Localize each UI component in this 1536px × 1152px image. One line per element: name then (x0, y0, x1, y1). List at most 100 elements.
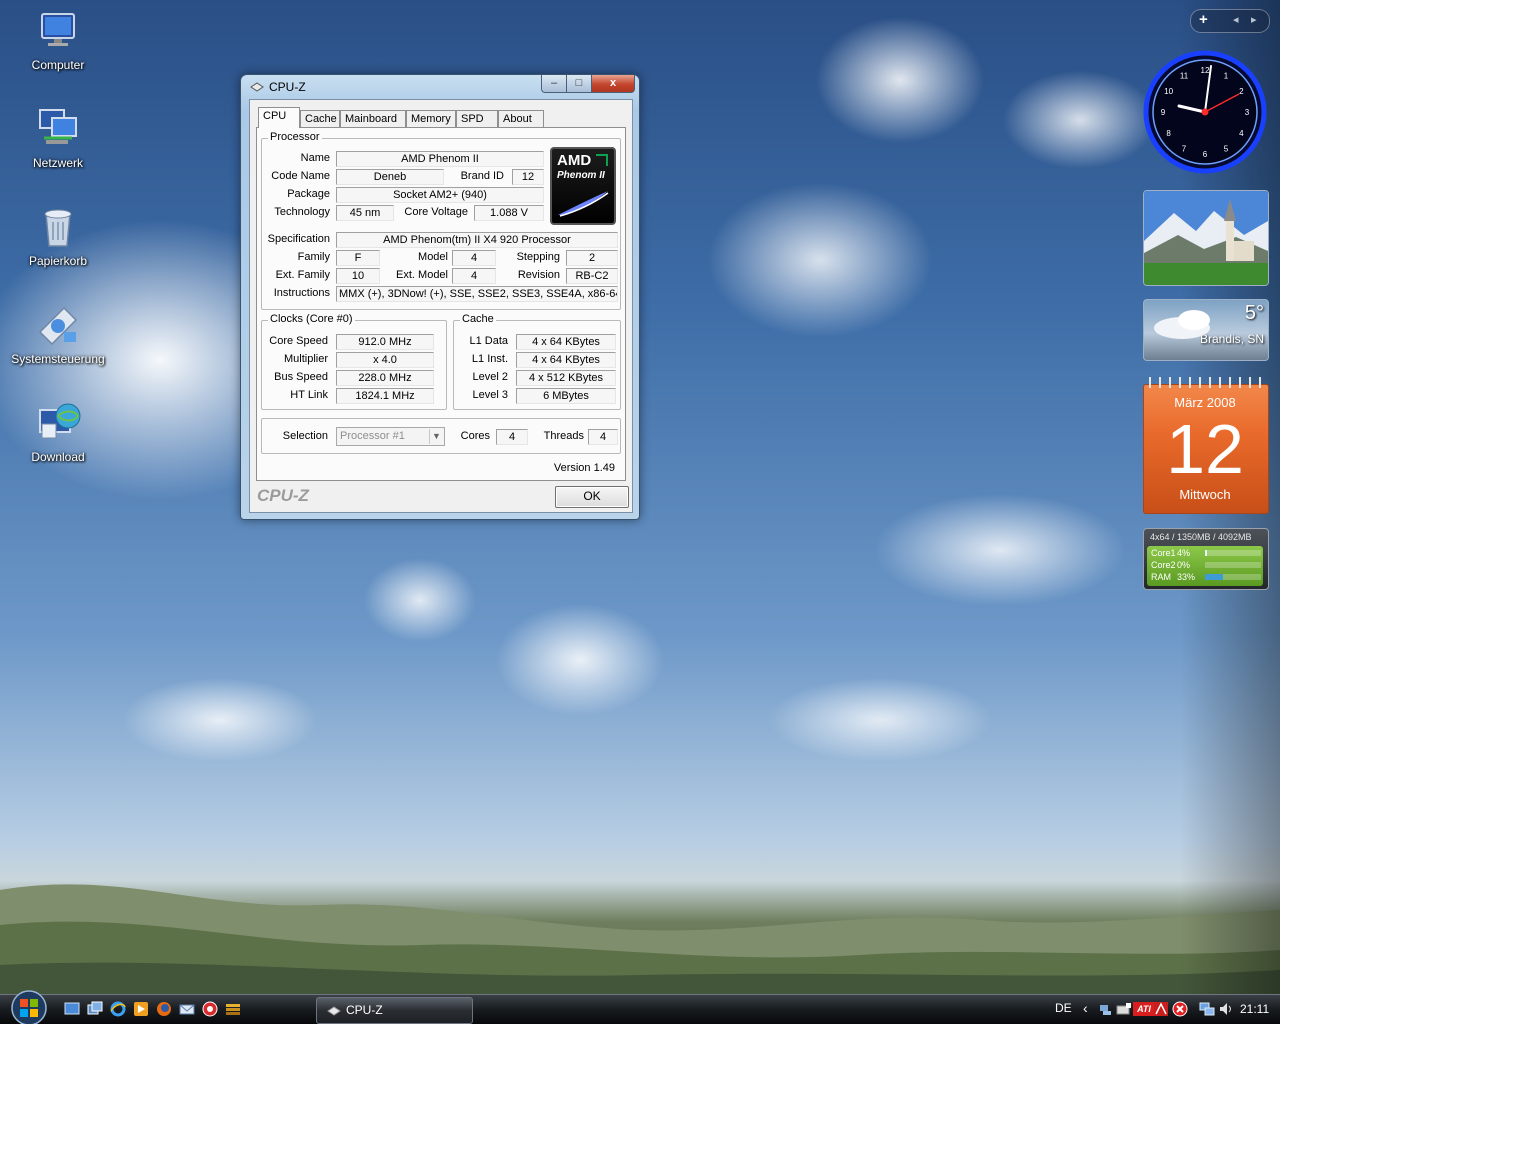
voltage-field: 1.088 V (474, 205, 544, 221)
model-label: Model (418, 251, 448, 263)
tray-device-icon[interactable] (1116, 1002, 1132, 1016)
cores-field: 4 (496, 429, 528, 445)
brandid-field: 12 (512, 169, 544, 185)
tab-spd[interactable]: SPD (456, 110, 498, 128)
tray-volume-icon[interactable] (1218, 1001, 1234, 1017)
meter-row-value: 0% (1177, 560, 1191, 570)
window-client-area: CPU Cache Mainboard Memory SPD About Pro… (249, 99, 633, 513)
desktop-icon-network[interactable]: Netzwerk (10, 106, 106, 170)
clock-number: 12 (1201, 66, 1210, 75)
meter-bar (1205, 574, 1261, 580)
tray-connection-icon[interactable] (1199, 1001, 1215, 1017)
tray-adobe-icon[interactable] (1153, 1001, 1169, 1017)
tray-security-alert-icon[interactable] (1172, 1001, 1188, 1017)
title-bar[interactable]: CPU-Z – □ x (241, 75, 639, 99)
tab-cache[interactable]: Cache (300, 110, 340, 128)
amd-arrow-icon (596, 154, 608, 166)
meter-row-value: 4% (1177, 548, 1191, 558)
codename-label: Code Name (271, 170, 330, 182)
close-button[interactable]: x (591, 75, 635, 93)
slideshow-photo (1144, 191, 1268, 285)
maximize-button[interactable]: □ (566, 75, 592, 93)
tray-ati-icon[interactable]: ATI (1133, 1002, 1155, 1016)
minimize-button[interactable]: – (541, 75, 567, 93)
computer-icon (41, 13, 75, 46)
tab-memory[interactable]: Memory (406, 110, 456, 128)
start-button[interactable] (8, 989, 50, 1024)
bus-speed-label: Bus Speed (274, 371, 328, 383)
stepping-field: 2 (566, 250, 618, 266)
firefox-icon[interactable] (156, 1001, 172, 1017)
cpuz-window[interactable]: CPU-Z – □ x CPU Cache Mainboard Memory S… (240, 74, 640, 520)
sidebar-next-button[interactable]: ▸ (1251, 13, 1257, 26)
calendar-gadget[interactable]: März 2008 12 Mittwoch (1143, 374, 1269, 514)
taskbar: CPU-Z DE ‹ ATI 21:11 (0, 990, 1280, 1024)
calendar-day: 12 (1166, 410, 1244, 488)
sidebar-prev-button[interactable]: ◂ (1233, 13, 1239, 26)
package-label: Package (287, 188, 330, 200)
l1-inst-field: 4 x 64 KBytes (516, 352, 616, 368)
tab-about[interactable]: About (498, 110, 544, 128)
clock-number: 3 (1245, 108, 1250, 117)
cpu-meter-gadget[interactable]: 4x64 / 1350MB / 4092MB Core1 4% Core2 0%… (1143, 528, 1269, 590)
sidebar-toolbar: + ◂ ▸ (1190, 9, 1270, 33)
specification-field: AMD Phenom(tm) II X4 920 Processor (336, 232, 618, 248)
meter-row: RAM 33% (1151, 572, 1261, 583)
meter-row-label: Core2 (1151, 560, 1176, 570)
tray-expand-icon[interactable]: ‹ (1083, 1000, 1088, 1016)
amd-logo-text: AMD (557, 152, 592, 169)
taskbar-button-cpuz[interactable]: CPU-Z (316, 997, 473, 1024)
desktop-icon-control-panel[interactable]: Systemsteuerung (10, 302, 106, 366)
bus-speed-field: 228.0 MHz (336, 370, 434, 386)
tab-mainboard[interactable]: Mainboard (340, 110, 406, 128)
cache-group: Cache L1 Data 4 x 64 KBytes L1 Inst. 4 x… (453, 313, 621, 410)
download-icon (39, 403, 81, 439)
desktop-icon-computer[interactable]: Computer (10, 8, 106, 72)
app-red-icon[interactable] (202, 1001, 218, 1017)
language-indicator[interactable]: DE (1055, 1001, 1072, 1015)
tab-cpu[interactable]: CPU (258, 107, 300, 128)
slideshow-gadget[interactable] (1143, 190, 1269, 286)
desktop-icon-download[interactable]: Download (10, 400, 106, 464)
internet-explorer-icon[interactable] (110, 1001, 126, 1017)
desktop-icon-recycle-bin[interactable]: Papierkorb (10, 204, 106, 268)
instructions-label: Instructions (273, 287, 330, 299)
switch-windows-icon[interactable] (87, 1001, 103, 1017)
codename-field: Deneb (336, 169, 444, 185)
tray-network-icon[interactable] (1098, 1002, 1112, 1016)
show-desktop-icon[interactable] (64, 1001, 80, 1017)
media-player-icon[interactable] (133, 1001, 149, 1017)
multiplier-label: Multiplier (283, 353, 328, 365)
clock-number: 11 (1180, 72, 1189, 81)
package-field: Socket AM2+ (940) (336, 187, 544, 203)
network-icon (39, 109, 77, 144)
level2-field: 4 x 512 KBytes (516, 370, 616, 386)
chevron-down-icon[interactable]: ▼ (429, 429, 443, 444)
mail-icon[interactable] (179, 1001, 195, 1017)
cache-group-label: Cache (460, 313, 496, 325)
processor-group: Processor Name AMD Phenom II Code Name D… (261, 131, 621, 310)
weather-gadget[interactable]: 5° Brandis, SN (1143, 299, 1269, 361)
calendar-weekday: Mittwoch (1179, 487, 1231, 502)
processor-select[interactable]: Processor #1 ▼ (336, 427, 445, 446)
revision-field: RB-C2 (566, 268, 618, 284)
processor-select-value: Processor #1 (340, 430, 405, 442)
ht-link-field: 1824.1 MHz (336, 388, 434, 404)
name-field: AMD Phenom II (336, 151, 544, 167)
ht-link-label: HT Link (290, 389, 328, 401)
l1-data-label: L1 Data (469, 335, 508, 347)
cpu-tab-panel: Processor Name AMD Phenom II Code Name D… (256, 127, 626, 481)
clock-number: 10 (1164, 87, 1173, 96)
add-gadget-button[interactable]: + (1199, 11, 1208, 28)
calendar-month: März 2008 (1174, 395, 1236, 410)
taskbar-button-label: CPU-Z (346, 1003, 383, 1017)
revision-label: Revision (517, 269, 560, 281)
tray-clock[interactable]: 21:11 (1240, 1002, 1269, 1016)
phenom-swoosh-icon (558, 191, 609, 217)
ok-button[interactable]: OK (555, 486, 629, 508)
specification-label: Specification (267, 233, 330, 245)
clock-gadget[interactable]: 12 1 2 3 4 5 6 7 8 9 10 11 (1143, 50, 1267, 174)
app-stack-icon[interactable] (225, 1001, 241, 1017)
model-field: 4 (452, 250, 496, 266)
l1-data-field: 4 x 64 KBytes (516, 334, 616, 350)
